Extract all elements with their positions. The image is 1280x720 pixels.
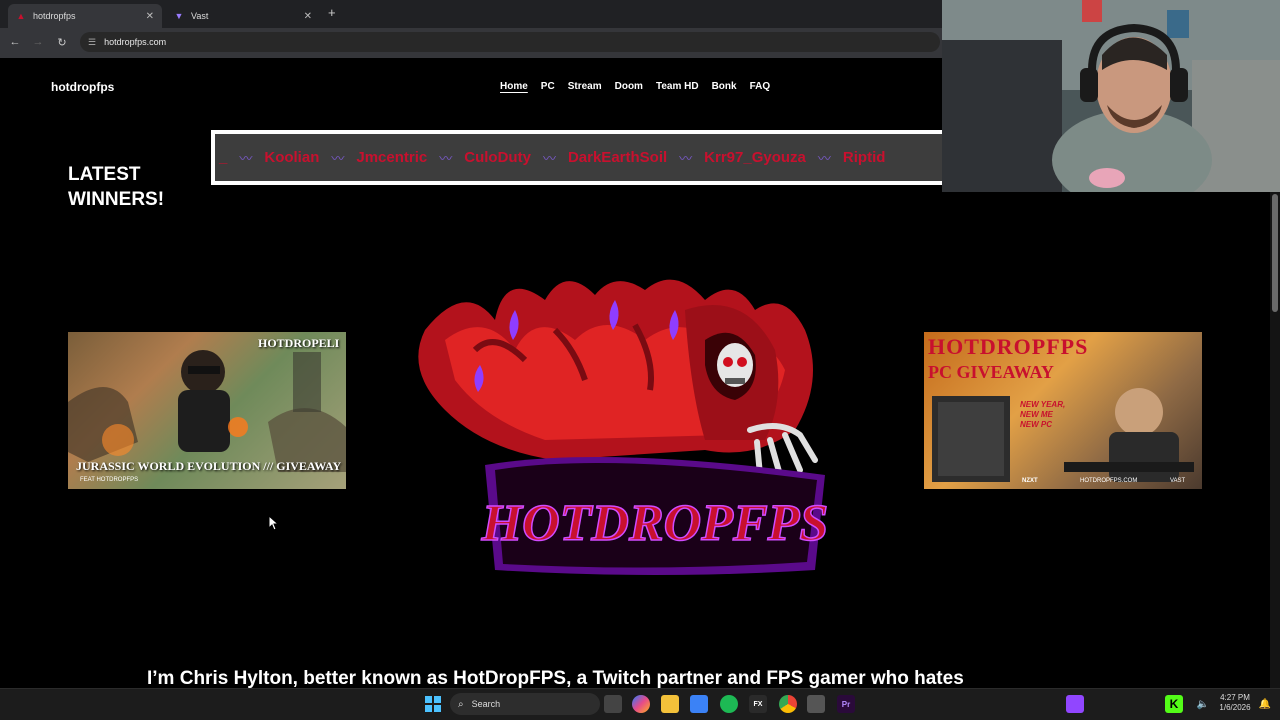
banner-tagline: NEW YEAR, NEW ME NEW PC — [1020, 400, 1065, 430]
search-placeholder: Search — [471, 699, 501, 709]
site-brand[interactable]: hotdropfps — [51, 80, 114, 94]
forward-arrow-icon[interactable]: → — [29, 33, 47, 51]
reaper-logo-art: HOTDROPFPS — [418, 279, 829, 575]
pc-giveaway-banner[interactable]: HOTDROPFPS PC GIVEAWAY NEW YEAR, NEW ME … — [924, 332, 1202, 489]
kick-icon[interactable]: K — [1165, 695, 1183, 713]
winner-name: Koolian — [264, 149, 320, 166]
nav-pc[interactable]: PC — [541, 81, 555, 92]
webcam-overlay — [942, 0, 1280, 192]
ticker-separator: 〰 — [331, 151, 345, 166]
url-text: hotdropfps.com — [104, 37, 167, 47]
tagline-line: NEW PC — [1020, 420, 1052, 429]
premiere-pro-icon[interactable]: Pr — [837, 695, 855, 713]
site-settings-icon[interactable]: ☰ — [88, 37, 96, 48]
notification-bell-icon[interactable]: 🔔 — [1256, 695, 1274, 713]
winner-name: Krr97_Gyouza — [704, 149, 806, 166]
taskbar-clock[interactable]: 4:27 PM 1/6/2026 — [1215, 693, 1255, 713]
banner-footer-mid: HOTDROPFPS.COM — [1080, 478, 1138, 484]
back-arrow-icon[interactable]: ← — [6, 33, 24, 51]
tab-title: hotdropfps — [33, 11, 76, 21]
winners-ticker: _ 〰 Koolian 〰 Jmcentric 〰 CuloDuty 〰 Dar… — [211, 130, 951, 185]
reload-icon[interactable]: ↻ — [53, 33, 71, 51]
clock-time: 4:27 PM — [1220, 693, 1250, 702]
ticker-separator: 〰 — [239, 151, 253, 166]
mouse-cursor-icon — [268, 514, 280, 536]
banner-footer-text: FEAT HOTDROPFPS — [80, 477, 139, 483]
winner-name: CuloDuty — [464, 149, 531, 166]
tagline-line: NEW YEAR, — [1020, 400, 1066, 409]
latest-heading-line2: WINNERS! — [68, 189, 165, 210]
windows-start-icon[interactable] — [424, 695, 442, 713]
ticker-fragment: _ — [219, 149, 228, 166]
banner-bottom-text: JURASSIC WORLD EVOLUTION /// GIVEAWAY — [76, 459, 342, 473]
nav-faq[interactable]: FAQ — [750, 81, 771, 92]
new-tab-icon[interactable]: + — [328, 5, 336, 20]
banner-subtitle: PC GIVEAWAY — [928, 362, 1054, 382]
browser-tab-hotdropfps[interactable]: ▲ hotdropfps ✕ — [8, 4, 162, 28]
nav-stream[interactable]: Stream — [568, 81, 602, 92]
search-icon: ⌕ — [458, 698, 464, 710]
twitch-icon[interactable] — [1066, 695, 1084, 713]
latest-winners-heading: LATEST WINNERS! — [68, 162, 164, 212]
task-view-icon[interactable] — [604, 695, 622, 713]
copilot-icon[interactable] — [632, 695, 650, 713]
tab-title: Vast — [191, 11, 209, 21]
logo-text: HOTDROPFPS — [481, 495, 829, 552]
vast-favicon-icon: ▼ — [174, 11, 184, 21]
webcam-feed — [942, 0, 1280, 192]
banner-footer-left: NZXT — [1022, 478, 1038, 484]
browser-tab-vast[interactable]: ▼ Vast ✕ — [166, 4, 320, 28]
banner-top-text: HOTDROPELI — [258, 336, 340, 350]
intro-text: I’m Chris Hylton, better known as HotDro… — [147, 668, 964, 689]
chrome-icon[interactable] — [779, 695, 797, 713]
nav-home[interactable]: Home — [500, 81, 528, 92]
ticker-track: _ 〰 Koolian 〰 Jmcentric 〰 CuloDuty 〰 Dar… — [215, 134, 951, 181]
banner-title: HOTDROPFPS — [928, 334, 1089, 359]
clock-date: 1/6/2026 — [1219, 703, 1251, 712]
scrollbar-thumb[interactable] — [1272, 194, 1278, 312]
notepad-icon[interactable] — [690, 695, 708, 713]
winner-name: Riptid — [842, 149, 886, 166]
ticker-separator: 〰 — [542, 151, 556, 166]
nav-doom[interactable]: Doom — [615, 81, 643, 92]
site-nav: Home PC Stream Doom Team HD Bonk FAQ — [500, 81, 783, 92]
taskbar-search[interactable]: ⌕ Search — [450, 693, 600, 715]
hotdropfps-favicon-icon: ▲ — [16, 11, 26, 21]
tagline-line: NEW ME — [1020, 410, 1053, 419]
jurassic-giveaway-banner[interactable]: HOTDROPELI JURASSIC WORLD EVOLUTION /// … — [68, 332, 346, 489]
file-explorer-icon[interactable] — [661, 695, 679, 713]
latest-heading-line1: LATEST — [68, 164, 141, 185]
nav-bonk[interactable]: Bonk — [712, 81, 737, 92]
ticker-separator: 〰 — [679, 151, 693, 166]
close-tab-icon[interactable]: ✕ — [304, 11, 312, 22]
hud-app-icon[interactable]: FX — [749, 695, 767, 713]
nav-team-hd[interactable]: Team HD — [656, 81, 699, 92]
ticker-separator: 〰 — [439, 151, 453, 166]
spotify-icon[interactable] — [720, 695, 738, 713]
ticker-separator: 〰 — [817, 151, 831, 166]
close-tab-icon[interactable]: ✕ — [146, 11, 154, 22]
volume-icon[interactable]: 🔈 — [1194, 695, 1212, 713]
winner-name: DarkEarthSoil — [567, 149, 668, 166]
address-bar[interactable]: ☰ hotdropfps.com — [80, 32, 940, 52]
banner-footer-right: VAST — [1170, 478, 1186, 484]
hotdropfps-reaper-logo: HOTDROPFPS — [405, 270, 845, 585]
app-icon[interactable] — [807, 695, 825, 713]
winner-name: Jmcentric — [356, 149, 428, 166]
